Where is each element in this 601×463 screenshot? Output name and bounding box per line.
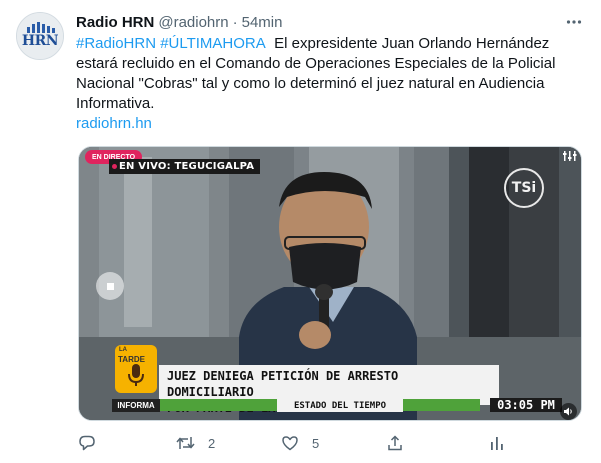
share-button[interactable] [386,430,404,456]
microphone-icon [128,364,144,386]
tweet-timestamp[interactable]: 54min [242,14,283,31]
retweet-icon [176,437,195,449]
broadcast-clock: 03:05 PM [490,398,562,412]
headline-line-1: JUEZ DENIEGA PETICIÓN DE ARRESTO DOMICIL… [167,369,399,399]
more-dots-icon [566,20,582,24]
channel-logo: TSi [504,168,544,208]
tweet-text: #RadioHRN #ÚLTIMAHORA El expresidente Ju… [76,34,586,114]
separator-dot: · [232,13,238,31]
volume-icon [564,407,572,416]
stop-icon [106,282,114,290]
informa-label: INFORMA [112,399,160,412]
reply-button[interactable] [78,430,109,456]
author-handle[interactable]: @radiohrn [158,14,228,31]
analytics-icon [491,437,503,450]
show-logo-prefix: LA [119,347,127,353]
author-name[interactable]: Radio HRN [76,14,154,31]
like-button[interactable]: 5 [281,430,319,456]
reply-icon [79,435,95,451]
mute-button[interactable] [560,403,577,420]
tweet-actions: 2 5 [0,430,601,456]
more-options-button[interactable] [562,10,586,34]
analytics-button[interactable] [488,430,506,456]
avatar-logo-text: HRN [21,33,59,49]
live-location-label: EN VIVO: TEGUCIGALPA [109,159,261,174]
like-count: 5 [312,435,320,451]
heart-icon [282,436,298,451]
settings-sliders-icon[interactable] [563,150,577,162]
retweet-count: 2 [208,435,216,451]
play-pause-button[interactable] [96,272,124,300]
tweet-header: Radio HRN @radiohrn · 54min [76,12,282,32]
hashtags[interactable]: #RadioHRN #ÚLTIMAHORA [76,35,266,52]
show-logo: LA TARDE [115,345,157,393]
video-player[interactable]: EN DIRECTO EN VIVO: TEGUCIGALPA TSi LA T… [78,146,582,421]
avatar[interactable]: HRN [16,12,64,60]
retweet-button[interactable]: 2 [176,430,215,456]
ticker-text: ESTADO DEL TIEMPO [277,399,403,412]
tweet[interactable]: HRN Radio HRN @radiohrn · 54min #RadioHR… [0,0,601,463]
tweet-link[interactable]: radiohrn.hn [76,114,152,134]
share-icon [388,435,402,451]
